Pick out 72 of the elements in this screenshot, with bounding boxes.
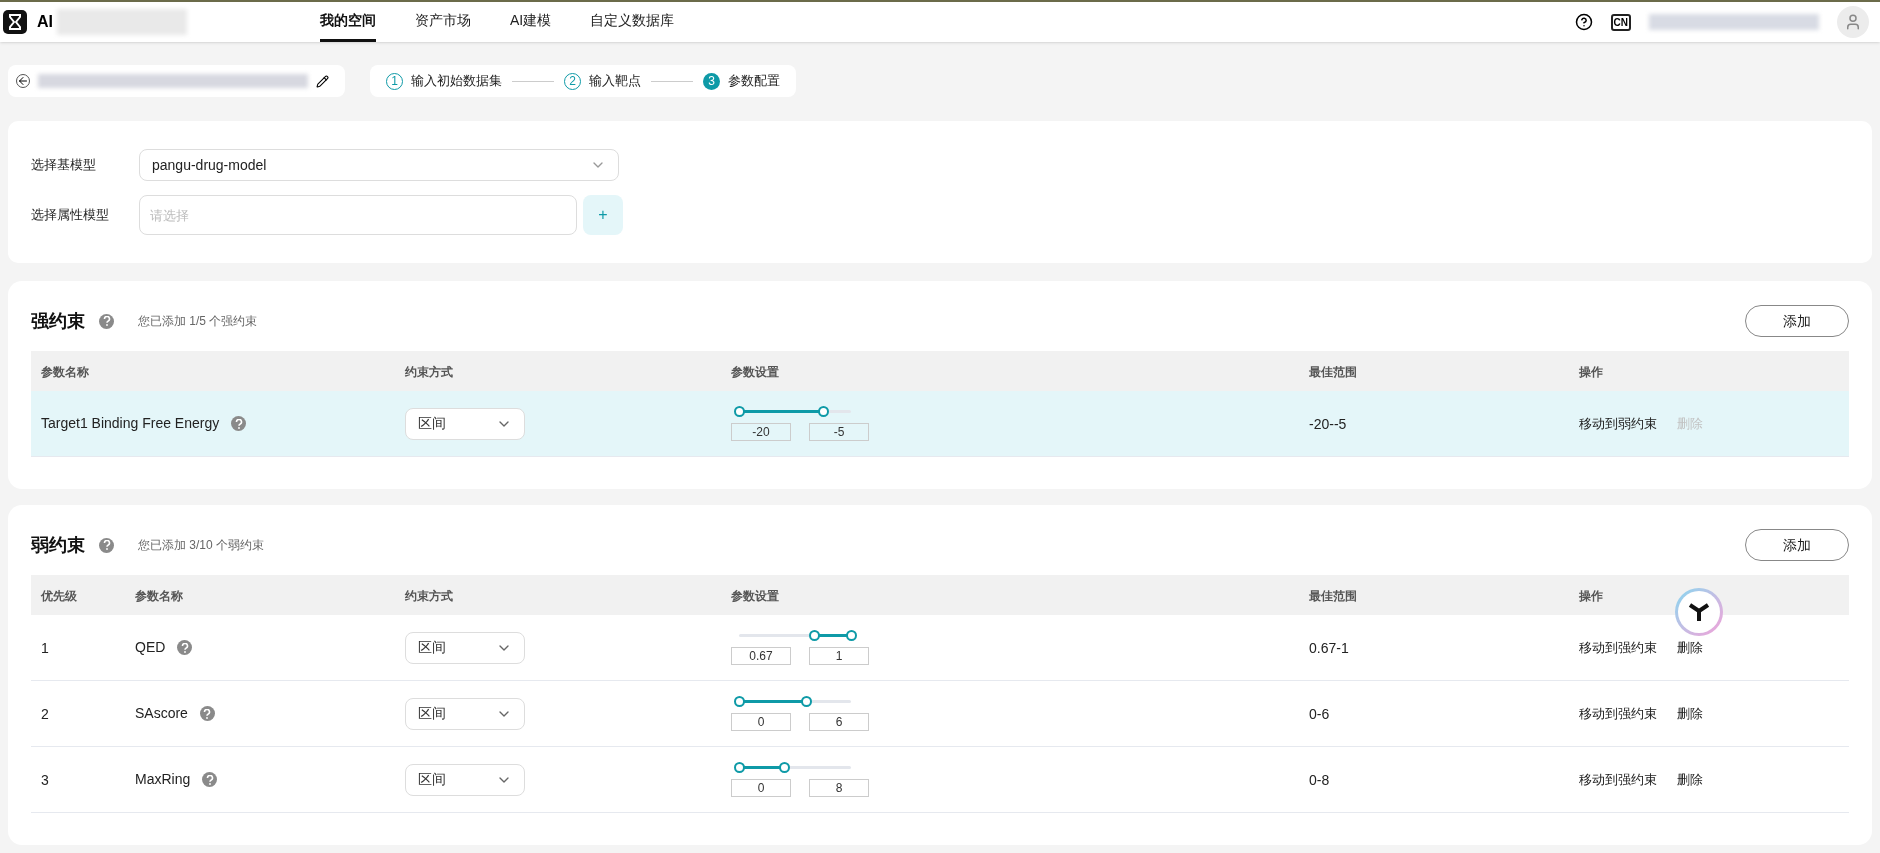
max-input[interactable]: -5 [809,423,869,441]
method-select[interactable]: 区间 [405,407,525,440]
nav-tab[interactable]: 自定义数据库 [590,2,675,42]
move-link[interactable]: 移动到弱约束 [1579,413,1657,434]
priority-cell: 2 [41,705,49,722]
step-number: 3 [703,72,720,90]
column-header: 最佳范围 [1309,589,1357,603]
best-range-cell: 0-6 [1309,705,1330,722]
priority-cell: 3 [41,771,49,788]
parameter-name: SAscore [135,704,188,723]
column-header: 优先级 [41,589,77,603]
column-header: 参数名称 [135,589,183,603]
back-icon[interactable] [16,74,30,88]
nav-tab[interactable]: 我的空间 [320,2,376,42]
column-header: 操作 [1579,589,1603,603]
delete-link[interactable]: 删除 [1677,703,1703,724]
slider-thumb[interactable] [734,406,745,417]
avatar[interactable] [1837,6,1869,38]
move-link[interactable]: 移动到强约束 [1579,703,1657,724]
priority-cell: 1 [41,639,49,656]
slider-thumb[interactable] [818,406,829,417]
parameter-name: Target1 Binding Free Energy [41,414,220,433]
constraint-count: 您已添加 3/10 个弱约束 [138,537,265,554]
min-input[interactable]: -20 [731,423,791,441]
hourglass-logo-icon [3,10,27,34]
slider-thumb[interactable] [809,630,821,641]
column-header: 操作 [1579,365,1603,379]
best-range-cell: 0.67-1 [1309,639,1349,656]
method-select[interactable]: 区间 [405,697,525,730]
section-title: 弱约束 [31,533,85,557]
nav-tab[interactable]: AI建模 [510,2,552,42]
help-icon[interactable] [1574,13,1593,31]
column-header: 最佳范围 [1309,365,1357,379]
min-input[interactable]: 0 [731,779,791,797]
slider-thumb[interactable] [734,762,745,773]
step-label[interactable]: 输入初始数据集 [411,71,502,91]
move-link[interactable]: 移动到强约束 [1579,637,1657,658]
max-input[interactable]: 1 [809,647,869,665]
edit-icon[interactable] [316,74,329,88]
property-model-field[interactable]: 请选择 [139,195,577,235]
delete-link[interactable]: 删除 [1677,637,1703,658]
column-header: 约束方式 [405,589,453,603]
step-label[interactable]: 输入靶点 [589,71,641,91]
field-label: 选择属性模型 [31,206,110,225]
field-label: 选择基模型 [31,156,97,175]
base-model-select[interactable]: pangu-drug-model [139,149,619,181]
best-range-cell: 0-8 [1309,771,1330,788]
column-header: 参数设置 [731,365,779,379]
slider-thumb[interactable] [801,696,813,707]
method-select[interactable]: 区间 [405,631,525,664]
language-button[interactable]: CN [1610,13,1631,31]
step-label[interactable]: 参数配置 [728,71,780,91]
parameter-name: QED [135,638,166,657]
best-range-cell: -20--5 [1309,415,1347,432]
slider-thumb[interactable] [778,762,790,773]
column-header: 约束方式 [405,365,453,379]
min-input[interactable]: 0 [731,713,791,731]
column-header: 参数设置 [731,589,779,603]
logo-text: AI [37,12,53,32]
constraint-count: 您已添加 1/5 个强约束 [138,313,258,330]
nav-tab[interactable]: 资产市场 [415,2,471,42]
max-input[interactable]: 6 [809,713,869,731]
parameter-name: MaxRing [135,770,191,789]
delete-link[interactable]: 删除 [1677,769,1703,790]
move-link[interactable]: 移动到强约束 [1579,769,1657,790]
section-title: 强约束 [31,309,85,333]
method-select[interactable]: 区间 [405,763,525,796]
slider-thumb[interactable] [734,696,745,707]
max-input[interactable]: 8 [809,779,869,797]
min-input[interactable]: 0.67 [731,647,791,665]
column-header: 参数名称 [41,365,89,379]
slider-thumb[interactable] [846,630,857,641]
